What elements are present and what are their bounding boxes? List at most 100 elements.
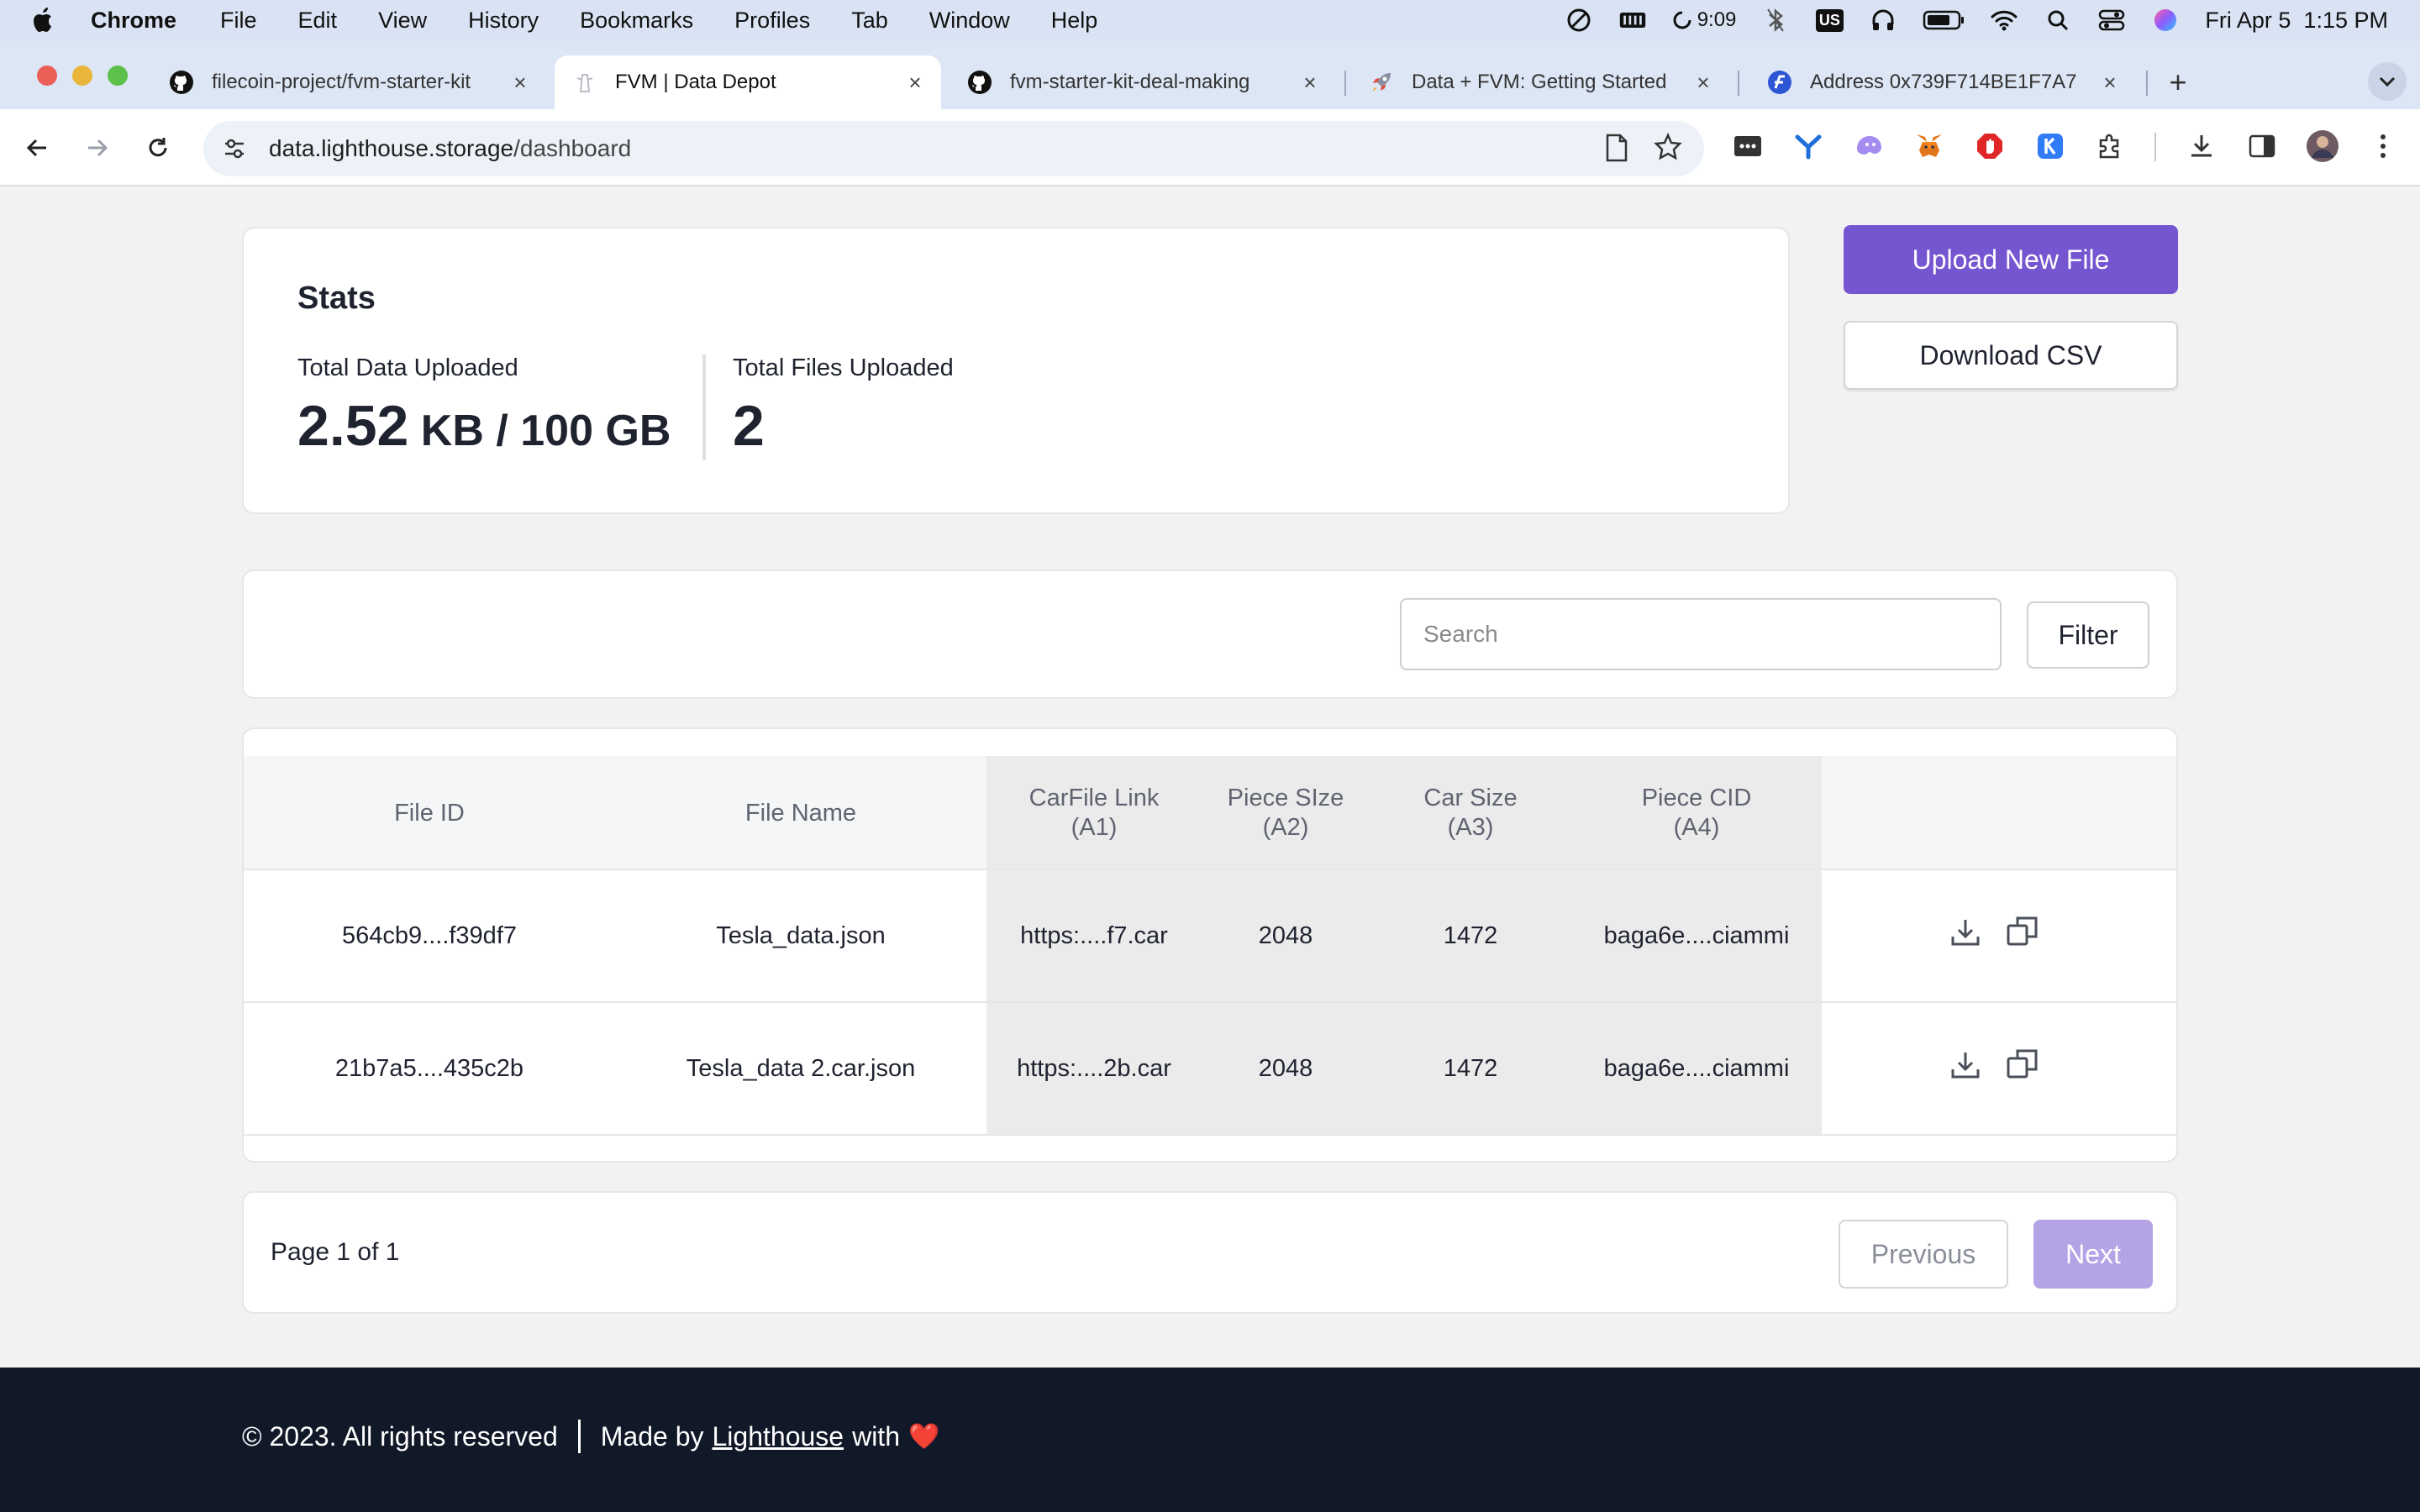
downloads-icon[interactable]: [2183, 128, 2220, 165]
menu-profiles[interactable]: Profiles: [734, 8, 810, 34]
header-piece-cid-code: (A4): [1673, 814, 1720, 841]
close-tab-icon[interactable]: ×: [508, 70, 533, 95]
reload-button[interactable]: [141, 131, 175, 165]
side-panel-icon[interactable]: [2244, 128, 2281, 165]
chevron-down-icon: [2379, 76, 2396, 87]
header-file-name: File Name: [744, 799, 857, 827]
header-file-id: File ID: [394, 799, 465, 827]
headphones-icon[interactable]: [1869, 6, 1897, 34]
extensions-puzzle-icon[interactable]: [2092, 128, 2129, 165]
tab-title: Address 0x739F714BE1F7A7: [1810, 71, 2077, 93]
close-tab-icon[interactable]: ×: [2097, 70, 2123, 95]
url-text: data.lighthouse.storage/dashboard: [269, 135, 631, 162]
menu-edit[interactable]: Edit: [298, 8, 338, 34]
heart-icon: ❤️: [908, 1422, 940, 1451]
search-input[interactable]: [1400, 598, 2002, 670]
profile-avatar[interactable]: [2304, 128, 2341, 165]
download-icon[interactable]: [1946, 1045, 1985, 1084]
keyboard-layout-icon[interactable]: US: [1815, 6, 1844, 34]
site-info-icon[interactable]: [220, 134, 249, 163]
tab-fvm-data-depot[interactable]: FVM | Data Depot ×: [555, 55, 941, 109]
header-piece-size-code: (A2): [1262, 814, 1309, 841]
tab-github-fvm-deal-making[interactable]: fvm-starter-kit-deal-making ×: [950, 55, 1336, 109]
footer-divider: [577, 1420, 581, 1453]
stats-card: Stats Total Data Uploaded 2.52 KB / 100 …: [242, 227, 1790, 514]
ghost-extension-icon[interactable]: [1850, 128, 1887, 165]
menu-app-name[interactable]: Chrome: [91, 8, 176, 34]
url-path: /dashboard: [513, 135, 632, 161]
copy-icon[interactable]: [2003, 912, 2042, 951]
header-car-size-code: (A3): [1447, 814, 1494, 841]
forward-button[interactable]: [81, 131, 114, 165]
tab-data-fvm-getting-started[interactable]: Data + FVM: Getting Started ×: [1351, 55, 1729, 109]
browser-tab-strip: filecoin-project/fvm-starter-kit × FVM |…: [0, 40, 2420, 109]
header-car-size-label: Car Size: [1423, 785, 1518, 811]
previous-button[interactable]: Previous: [1839, 1220, 2008, 1289]
copyright-text: © 2023. All rights reserved: [242, 1420, 558, 1452]
tab-title: filecoin-project/fvm-starter-kit: [212, 71, 471, 93]
tab-title: Data + FVM: Getting Started: [1412, 71, 1667, 93]
maximize-window-button[interactable]: [108, 66, 128, 86]
keyboard-layout-label: US: [1815, 8, 1844, 32]
header-piece-cid: Piece CID (A4): [1571, 756, 1822, 870]
copy-icon[interactable]: [2003, 1045, 2042, 1084]
menu-tab[interactable]: Tab: [851, 8, 888, 34]
bluetooth-icon[interactable]: [1761, 6, 1790, 34]
next-button[interactable]: Next: [2033, 1220, 2153, 1289]
tab-github-fvm-starter-kit[interactable]: filecoin-project/fvm-starter-kit ×: [151, 55, 546, 109]
bookmark-star-icon[interactable]: [1654, 132, 1682, 167]
menu-history[interactable]: History: [468, 8, 539, 34]
close-tab-icon[interactable]: ×: [1691, 70, 1716, 95]
lighthouse-link[interactable]: Lighthouse: [713, 1421, 844, 1452]
close-window-button[interactable]: [37, 66, 57, 86]
password-manager-extension-icon[interactable]: [1729, 128, 1766, 165]
control-center-icon[interactable]: [2097, 6, 2126, 34]
chrome-menu-icon[interactable]: [2365, 128, 2402, 165]
download-csv-button[interactable]: Download CSV: [1844, 321, 2178, 390]
adblock-extension-icon[interactable]: [1971, 128, 2008, 165]
tab-filfox-address[interactable]: Address 0x739F714BE1F7A7 ×: [1749, 55, 2136, 109]
cell-piece-cid: baga6e....ciammi: [1603, 921, 1790, 949]
address-bar[interactable]: data.lighthouse.storage/dashboard: [203, 121, 1704, 176]
metamask-fox-icon[interactable]: [1911, 128, 1948, 165]
total-files-number: 2: [733, 394, 765, 458]
footer-content: © 2023. All rights reserved Made by Ligh…: [242, 1420, 939, 1453]
siri-icon[interactable]: [2151, 6, 2180, 34]
back-button[interactable]: [20, 131, 54, 165]
menu-window[interactable]: Window: [929, 8, 1010, 34]
reading-mode-icon[interactable]: [1603, 133, 1630, 167]
focus-icon[interactable]: [1565, 6, 1593, 34]
spotlight-search-icon[interactable]: [2044, 6, 2072, 34]
close-tab-icon[interactable]: ×: [902, 70, 928, 95]
with-text: with: [852, 1420, 900, 1452]
battery-icon[interactable]: [1923, 6, 1965, 34]
upload-new-file-button[interactable]: Upload New File: [1844, 225, 2178, 294]
download-icon[interactable]: [1946, 912, 1985, 951]
menu-view[interactable]: View: [378, 8, 427, 34]
wallet-y-extension-icon[interactable]: [1790, 128, 1827, 165]
lighthouse-icon: [571, 69, 598, 96]
timer-icon[interactable]: 9:09: [1672, 6, 1736, 34]
filter-button[interactable]: Filter: [2027, 601, 2149, 669]
new-tab-button[interactable]: +: [2163, 65, 2193, 99]
memory-icon[interactable]: [1618, 6, 1647, 34]
back-arrow-icon: [26, 139, 46, 157]
table-row: 21b7a5....435c2b Tesla_data 2.car.json h…: [244, 1003, 2176, 1136]
minimize-window-button[interactable]: [72, 66, 92, 86]
close-tab-icon[interactable]: ×: [1297, 70, 1323, 95]
k-extension-icon[interactable]: [2032, 128, 2069, 165]
cell-carfile-link[interactable]: https:....f7.car: [986, 870, 1202, 1001]
tab-search-button[interactable]: [2368, 62, 2407, 101]
cell-carfile-link[interactable]: https:....2b.car: [986, 1003, 1202, 1134]
cell-file-id: 21b7a5....435c2b: [334, 1054, 524, 1082]
github-icon: [966, 69, 993, 96]
menu-help[interactable]: Help: [1051, 8, 1098, 34]
menu-file[interactable]: File: [220, 8, 257, 34]
tab-separator: [2146, 71, 2148, 96]
wifi-icon[interactable]: [1990, 6, 2018, 34]
header-carfile-link: CarFile Link (A1): [986, 756, 1202, 870]
apple-menu-icon[interactable]: [30, 5, 57, 35]
table-row: 564cb9....f39df7 Tesla_data.json https:.…: [244, 870, 2176, 1003]
menubar-datetime[interactable]: Fri Apr 5 1:15 PM: [2205, 8, 2388, 34]
menu-bookmarks[interactable]: Bookmarks: [580, 8, 693, 34]
